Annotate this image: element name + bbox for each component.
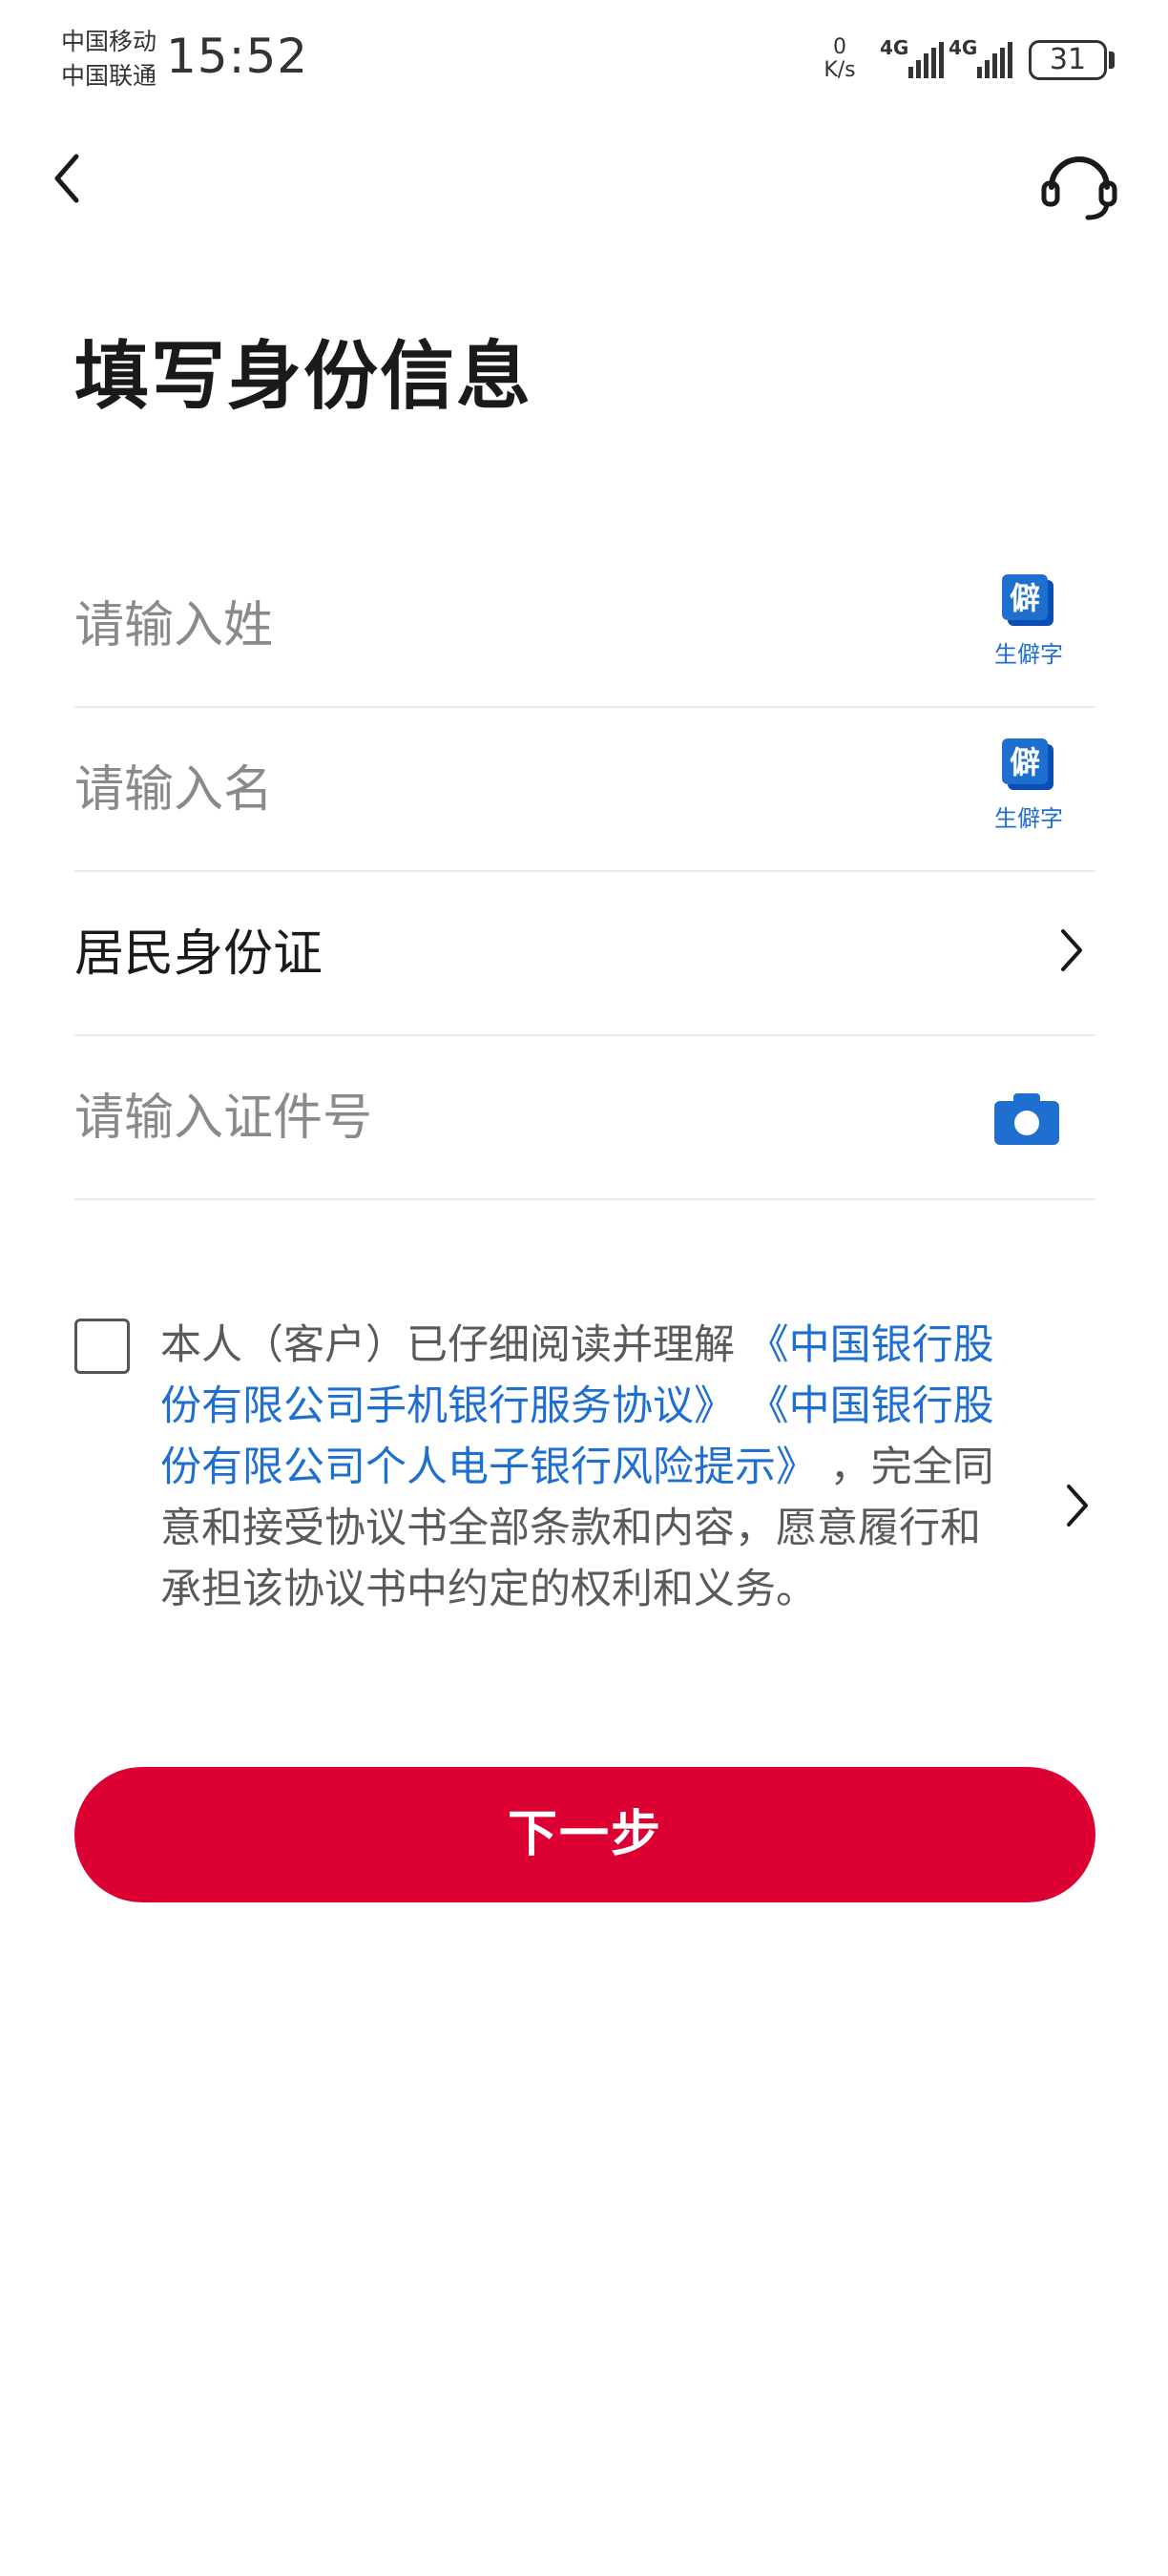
surname-field[interactable]: 请输入姓 僻 生僻字 [74,542,1095,708]
rare-char-icon: 僻 [1002,574,1053,626]
rare-char-label: 生僻字 [994,641,1063,668]
customer-service-button[interactable] [1038,143,1120,225]
rare-char-badge-text: 僻 [1010,580,1040,616]
chevron-right-icon[interactable] [1057,1477,1095,1534]
net-speed: 0 K/s [817,36,863,82]
net-speed-value: 0 [833,35,846,59]
signal-bars-icon [977,42,1012,78]
agreement-text: 本人（客户）已仔细阅读并理解 《中国银行股份有限公司手机银行服务协议》 《中国银… [160,1315,1010,1620]
rare-char-button-surname[interactable]: 僻 生僻字 [991,572,1067,669]
battery-tip [1109,52,1115,69]
signal-2-label: 4G [949,36,978,59]
next-step-button[interactable]: 下一步 [74,1767,1095,1902]
id-type-selector[interactable]: 居民身份证 [74,870,1095,1036]
signal-1-label: 4G [880,36,909,59]
given-name-field[interactable]: 请输入名 僻 生僻字 [74,706,1095,872]
given-name-placeholder: 请输入名 [74,761,274,819]
headset-icon [1041,156,1117,220]
battery-level: 31 [1049,43,1087,76]
id-number-placeholder: 请输入证件号 [74,1090,373,1147]
clock: 15:52 [166,29,309,84]
id-number-field[interactable]: 请输入证件号 [74,1034,1095,1200]
surname-placeholder: 请输入姓 [74,597,274,654]
rare-char-icon: 僻 [1002,738,1053,790]
rare-char-label: 生僻字 [994,805,1063,832]
chevron-left-icon [54,154,79,203]
page-title: 填写身份信息 [74,334,533,420]
battery-icon: 31 [1029,40,1107,80]
agreement-checkbox[interactable] [74,1319,130,1374]
back-button[interactable] [44,143,95,214]
signal-bars-icon [908,42,944,78]
carrier-names: 中国移动 中国联通 [61,25,156,93]
carrier-1: 中国移动 [61,28,157,55]
net-speed-unit: K/s [824,58,856,82]
carrier-2: 中国联通 [61,62,157,90]
agreement-text-prefix: 本人（客户）已仔细阅读并理解 [160,1321,735,1369]
camera-icon[interactable] [994,1091,1059,1145]
id-type-value: 居民身份证 [74,925,323,983]
rare-char-badge-text: 僻 [1010,744,1040,780]
rare-char-button-given-name[interactable]: 僻 生僻字 [991,737,1067,833]
chevron-right-icon [1061,929,1082,971]
status-bar: 中国移动 中国联通 15:52 0 K/s 4G 4G 31 [0,0,1168,124]
